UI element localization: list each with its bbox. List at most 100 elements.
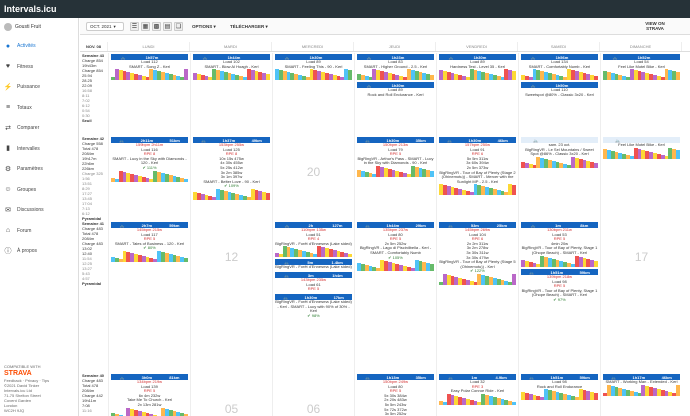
- activity-stat: 4.9km: [495, 374, 507, 380]
- activity-card[interactable]: 🚲 1h23m Load 83 SMART - Higher Ground - 2.5…: [357, 54, 434, 69]
- nav-item-2[interactable]: ⚡ Puissance: [0, 77, 79, 97]
- week-summary[interactable]: Semaine 41 Charge 483 Total 478 2084m Charge…: [80, 221, 107, 373]
- activity-card[interactable]: 🚲 1h57m Load 112 SMART - Song Z - Kerl: [111, 54, 188, 69]
- activity-card[interactable]: 🚲 1h13m 35km 150bpm 249w Load 80 RPE 5 5x 30s …: [357, 374, 434, 416]
- strava-footer: COMPATIBLE WITH STRAVA Feedback · Privac…: [4, 364, 76, 413]
- bike-icon: 🚲: [284, 54, 290, 60]
- day-cell[interactable]: 🚲 1h56m Load 134 SMART - Comfortably Numb -…: [518, 53, 600, 136]
- activity-card[interactable]: 🚲 1h37m 49km 153bpm 255w Load 125 RPE 8 10x 15…: [193, 137, 270, 189]
- day-cell[interactable]: 🚲 1h30m 46km 157bpm 250w Load 91 RPE 6 5x 5m 3…: [436, 136, 518, 221]
- nav-item-5[interactable]: ▮ Intervalles: [0, 139, 79, 159]
- day-cell[interactable]: 🚲 1h13m 35km 150bpm 249w Load 80 RPE 5 5x 30s …: [354, 373, 436, 416]
- day-cell[interactable]: 🚲 2h7m 59km 145bpm 215w Load 117 RPE 5 SMART -…: [108, 221, 190, 373]
- day-cell[interactable]: 🚲 3h0m 81km 134bpm 219w Load 139 RPE 5 6x 4m 2…: [108, 373, 190, 416]
- activity-line: Easy Polar Conroe Ride - Kerl: [450, 388, 505, 394]
- day-cell[interactable]: 🚲 sam. 23 oct. BigRingVR - Le Sel Mountain…: [518, 136, 600, 221]
- activity-stat: 1h4m: [332, 272, 343, 278]
- activity-card[interactable]: 🚲 1h17m 46km SMART - Working Man - Extended…: [603, 374, 680, 385]
- activity-card[interactable]: 🚲 1h30m 46km 157bpm 250w Load 91 RPE 6 5x 5m 3…: [439, 137, 516, 184]
- activity-card[interactable]: 🚲 1h30m Load 89 Hardness Test - Level 35 - …: [439, 54, 516, 69]
- activity-card[interactable]: 🚲 1h30m Load 89 Rock and Roll Endurance - K…: [357, 82, 434, 97]
- day-cell[interactable]: 🚲 1m 8km 130bpm 211w Load 53 RPE 5 4min 20w Big…: [518, 221, 600, 373]
- activity-card[interactable]: 🚲 53m 25km 145bpm 269w Load 104 RPE 6 2x 2m 31…: [439, 222, 516, 274]
- day-cell[interactable]: 05: [190, 373, 272, 416]
- nav-item-1[interactable]: ♥ Fitness: [0, 57, 79, 77]
- nav-item-7[interactable]: ☺ Groupes: [0, 180, 79, 200]
- activity-card[interactable]: 🚲 1m 8km 130bpm 211w Load 53 RPE 5 4min 20w Big…: [521, 222, 598, 256]
- activity-card[interactable]: 🚲 2h 127m 110bpm 135w Load 51 RPE 4 BigRingVR …: [275, 222, 352, 246]
- day-cell[interactable]: 17: [600, 221, 682, 373]
- activity-card[interactable]: 🚲 5m 1.4km BigRingVR - Forêt d'Ennesma (Lak…: [275, 259, 352, 270]
- strava-logo[interactable]: STRAVA: [4, 369, 76, 378]
- activity-card[interactable]: 🚲 1h52m Load 54 Feel Like Motel Bike - Kerl: [603, 54, 680, 69]
- activity-card[interactable]: 🚲 1h30m Load 89 SMART - Feeling This - 90 -…: [275, 54, 352, 69]
- nav-item-9[interactable]: ⌂ Forum: [0, 221, 79, 241]
- download-button[interactable]: TÉLÉCHARGER ▾: [230, 24, 268, 30]
- day-cell[interactable]: 🚲 1h44m 29km 135bpm 237w Load 80 RPE 5 2x 5m 2…: [354, 221, 436, 373]
- activity-card[interactable]: 🚲 1h30m 17km BigRingVR - Forêt d'Ennesma (L…: [275, 294, 352, 318]
- nav-label: Forum: [17, 227, 32, 234]
- activity-card[interactable]: 🚲 Feel Like Motel Bike - Kerl: [603, 137, 680, 148]
- workout-profile-icon: [275, 69, 352, 80]
- nav-item-4[interactable]: ⇄ Comparer: [0, 118, 79, 138]
- activity-card[interactable]: 🚲 1h56m Load 134 SMART - Comfortably Numb -…: [521, 54, 598, 69]
- day-cell[interactable]: 🚲 1h52m Load 54 Feel Like Motel Bike - Kerl: [600, 53, 682, 136]
- compact-view-icon[interactable]: ▤: [163, 22, 172, 31]
- nav-item-0[interactable]: ● Activités: [0, 36, 79, 56]
- workout-profile-icon: [603, 69, 680, 80]
- activity-card[interactable]: 🚲 2h7m 59km 145bpm 215w Load 117 RPE 5 SMART -…: [111, 222, 188, 251]
- activity-card[interactable]: 🚲 1h51m 59km Load 98 Rock and Roll Endurance: [521, 374, 598, 389]
- day-cell[interactable]: 🚲 2h 127m 110bpm 135w Load 51 RPE 4 BigRingVR …: [272, 221, 354, 373]
- day-cell[interactable]: 20: [272, 136, 354, 221]
- week-summary[interactable]: Semaine 42 Charge 558 Total 478 2084m 19h17m…: [80, 136, 107, 221]
- day-cell[interactable]: 🚲 Feel Like Motel Bike - Kerl: [600, 136, 682, 221]
- activity-card[interactable]: 🚲 1h44m 29km 135bpm 237w Load 80 RPE 5 2x 5m 2…: [357, 222, 434, 260]
- bike-icon: 🚲: [530, 82, 536, 88]
- week-summary[interactable]: Semaine 40 Charge 483 Total 478 2084m Charge…: [80, 373, 107, 416]
- day-cell[interactable]: 🚲 1m 4.9km Load 32 RPE 3 Easy Polar Conroe Ri…: [436, 373, 518, 416]
- day-cell[interactable]: 12: [190, 221, 272, 373]
- view-on-strava-button[interactable]: VIEW ON STRAVA: [640, 21, 670, 31]
- activity-card[interactable]: 🚲 1h51m 59km 139bpm 218w Load 98 RPE 5 BigRing…: [521, 269, 598, 303]
- activity-card[interactable]: 🚲 3m 1h4m 143bpm 235w Load 61 RPE 5: [275, 272, 352, 292]
- nav-item-6[interactable]: ⚙ Paramètres: [0, 159, 79, 179]
- activity-card[interactable]: 🚲 1h30m 35km 150bpm 213w Load 79 RPE 5 BigRing…: [357, 137, 434, 166]
- month-picker[interactable]: OCT. 2021 ▾: [86, 22, 124, 31]
- user-menu[interactable]: Gousti Fruit: [4, 23, 41, 31]
- nav-item-10[interactable]: ⓘ À propos: [0, 241, 79, 261]
- nav-item-3[interactable]: ≡ Totaux: [0, 98, 79, 118]
- activity-card[interactable]: 🚲 1h44m Load 102 SMART - Blow Al Hoagh - Ke…: [193, 54, 270, 69]
- day-cell[interactable]: 🚲 1h51m 59km Load 98 Rock and Roll Endurance: [518, 373, 600, 416]
- activity-card[interactable]: 🚲 sam. 23 oct. BigRingVR - Le Sel Mountain…: [521, 137, 598, 157]
- day-cell[interactable]: 🚲 1h23m Load 83 SMART - Higher Ground - 2.5…: [354, 53, 436, 136]
- day-cell[interactable]: 🚲 1h30m Load 89 Hardness Test - Level 35 - …: [436, 53, 518, 136]
- grid-view-icon[interactable]: ▩: [152, 22, 161, 31]
- day-number: 05: [224, 402, 239, 416]
- day-cell[interactable]: 🚲 1h44m Load 102 SMART - Blow Al Hoagh - Ke…: [190, 53, 272, 136]
- day-cell[interactable]: 🚲 1h57m Load 112 SMART - Song Z - Kerl: [108, 53, 190, 136]
- bike-icon: 🚲: [447, 137, 453, 143]
- nav-item-8[interactable]: ✉ Discussions: [0, 200, 79, 220]
- activity-line: ✔ 105%: [388, 254, 403, 260]
- day-cell[interactable]: 🚲 1h30m 35km 150bpm 213w Load 79 RPE 5 BigRing…: [354, 136, 436, 221]
- activity-card[interactable]: 🚲 1h50m Load 110 Sweetspot @80% - Classic 3…: [521, 82, 598, 97]
- activity-stat: 46km: [497, 137, 508, 143]
- day-cell[interactable]: 🚲 53m 25km 145bpm 269w Load 104 RPE 6 2x 2m 31…: [436, 221, 518, 373]
- activity-card[interactable]: 🚲 3h0m 81km 134bpm 219w Load 139 RPE 5 6x 4m 2…: [111, 374, 188, 408]
- day-cell[interactable]: 06: [272, 373, 354, 416]
- calendar-view-icon[interactable]: ▦: [141, 22, 150, 31]
- day-cell[interactable]: 🚲 1h30m Load 89 SMART - Feeling This - 90 -…: [272, 53, 354, 136]
- activity-card[interactable]: 🚲 1m 4.9km Load 32 RPE 3 Easy Polar Conroe Ri…: [439, 374, 516, 394]
- activity-card[interactable]: 🚲 2h11m 51km 159bpm 2h11m Load 116 RPE 8 SMART…: [111, 137, 188, 171]
- day-cell[interactable]: 🚲 1h17m 46km SMART - Working Man - Extended…: [600, 373, 682, 416]
- week-summary[interactable]: Semaine 43 Charge 854 19h43m Charge 854 25.9…: [80, 53, 107, 136]
- chevron-down-icon: ▾: [113, 23, 116, 29]
- options-button[interactable]: OPTIONS ▾: [192, 24, 216, 30]
- column-header: NOV. 08: [80, 42, 108, 51]
- fitness-icon: ♥: [5, 63, 11, 70]
- nav-label: À propos: [17, 248, 38, 254]
- bookmark-icon[interactable]: ❏: [174, 22, 183, 31]
- day-cell[interactable]: 🚲 2h11m 51km 159bpm 2h11m Load 116 RPE 8 SMART…: [108, 136, 190, 221]
- list-view-icon[interactable]: ☰: [130, 22, 139, 31]
- day-cell[interactable]: 🚲 1h37m 49km 153bpm 255w Load 125 RPE 8 10x 15…: [190, 136, 272, 221]
